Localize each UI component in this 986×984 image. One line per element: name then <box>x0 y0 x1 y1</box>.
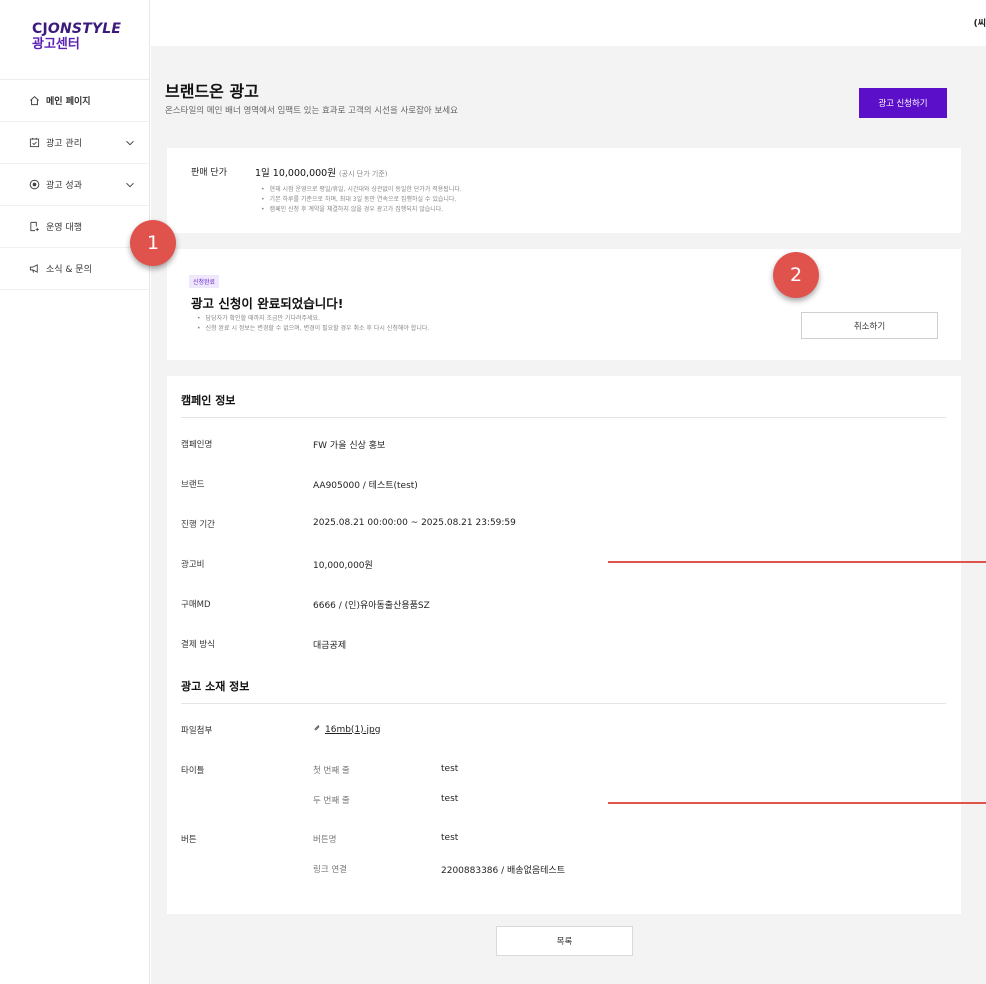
button-name-label: 버튼명 <box>313 835 337 845</box>
status-badge: 신청완료 <box>189 275 220 288</box>
payment-method-value: 대금공제 <box>313 641 347 651</box>
divider <box>181 417 946 418</box>
title-label: 타이틀 <box>181 766 205 776</box>
file-attachment-link[interactable]: 16mb(1).jpg <box>313 724 380 735</box>
price-note: (공시 단가 기준) <box>338 170 388 178</box>
page-title: 브랜드온 광고 <box>165 82 259 101</box>
logo-brand-cj: CJ <box>32 21 48 37</box>
logo-brand-style: ONSTYLE <box>47 21 122 37</box>
megaphone-icon <box>28 263 40 275</box>
sidebar-item-main[interactable]: 메인 페이지 <box>0 80 149 122</box>
sidebar-item-ad-management[interactable]: 광고 관리 <box>0 122 149 164</box>
divider <box>181 703 946 704</box>
user-name[interactable]: (씨 <box>974 16 986 29</box>
button-name-value: test <box>441 833 459 843</box>
sidebar-item-label: 메인 페이지 <box>46 97 91 107</box>
chart-circle-icon <box>28 179 40 191</box>
cancel-button[interactable]: 취소하기 <box>801 312 938 339</box>
annotation-line <box>608 802 986 804</box>
logo[interactable]: CJONSTYLE 광고센터 <box>0 0 149 80</box>
annotation-line <box>608 561 986 563</box>
sidebar-item-label: 소식 & 문의 <box>46 265 92 275</box>
apply-ad-button[interactable]: 광고 신청하기 <box>859 88 947 118</box>
brand-value: AA905000 / 테스트(test) <box>313 481 418 491</box>
ad-cost-value: 10,000,000원 <box>313 561 373 571</box>
title-line1-value: test <box>441 764 459 774</box>
annotation-marker-1: 1 <box>130 220 176 266</box>
brand-label: 브랜드 <box>181 480 205 490</box>
price-value: 1일 10,000,000원 (공시 단가 기준) <box>255 165 388 179</box>
campaign-name-label: 캠페인명 <box>181 440 213 450</box>
sidebar-item-label: 광고 관리 <box>46 139 82 149</box>
sidebar-item-label: 광고 성과 <box>46 181 82 191</box>
sidebar-item-ad-performance[interactable]: 광고 성과 <box>0 164 149 206</box>
annotation-marker-2: 2 <box>773 252 819 298</box>
link-value: 2200883386 / 배송없음테스트 <box>441 866 565 876</box>
period-value: 2025.08.21 00:00:00 ~ 2025.08.21 23:59:5… <box>313 518 516 528</box>
title-line2-value: test <box>441 794 459 804</box>
purchase-md-label: 구매MD <box>181 600 211 610</box>
price-note-item: 기본 하루를 기준으로 하며, 최대 3일 동안 연속으로 집행하실 수 있습니… <box>261 195 462 205</box>
completion-note-item: 신청 완료 시 정보는 변경할 수 없으며, 변경이 필요할 경우 취소 후 다… <box>197 324 430 334</box>
sidebar-item-operation-agency[interactable]: 운영 대행 <box>0 206 149 248</box>
link-label: 링크 연결 <box>313 865 347 875</box>
period-label: 진행 기간 <box>181 520 215 530</box>
price-note-item: 캠페인 신청 후 계약을 체결하지 않을 경우 광고가 집행되지 않습니다. <box>261 205 462 215</box>
title-line1-label: 첫 번째 줄 <box>313 766 350 776</box>
info-card: 캠페인 정보 캠페인명 FW 가을 신상 홍보 브랜드 AA905000 / 테… <box>167 376 961 914</box>
sidebar: CJONSTYLE 광고센터 메인 페이지 광고 관리 광고 성과 운영 대행 <box>0 0 150 984</box>
logo-subtitle: 광고센터 <box>32 37 80 52</box>
paperclip-icon <box>313 724 321 735</box>
chevron-down-icon[interactable] <box>125 138 135 148</box>
calendar-check-icon <box>28 137 40 149</box>
price-label: 판매 단가 <box>191 168 227 178</box>
price-card: 판매 단가 1일 10,000,000원(공시 단가 기준) 현재 시점 운영으… <box>167 148 961 233</box>
ad-cost-label: 광고비 <box>181 560 205 570</box>
campaign-name-value: FW 가을 신상 홍보 <box>313 441 386 451</box>
file-attach-label: 파일첨부 <box>181 726 213 736</box>
chevron-down-icon[interactable] <box>125 180 135 190</box>
logo-brand: CJONSTYLE <box>32 22 149 37</box>
creative-section-title: 광고 소재 정보 <box>181 680 250 693</box>
price-notes: 현재 시점 운영으로 평일/휴일, 시간대와 상관없이 동일한 단가가 적용됩니… <box>261 185 462 215</box>
completion-card: 신청완료 광고 신청이 완료되었습니다! 담당자가 확인할 때까지 조금만 기다… <box>167 249 961 360</box>
completion-note-item: 담당자가 확인할 때까지 조금만 기다려주세요. <box>197 314 429 324</box>
page-description: 온스타일의 메인 배너 영역에서 임팩트 있는 효과로 고객의 시선을 사로잡아… <box>165 106 458 116</box>
completion-notes: 담당자가 확인할 때까지 조금만 기다려주세요. 신청 완료 시 정보는 변경할… <box>197 314 430 334</box>
sidebar-item-news-inquiry[interactable]: 소식 & 문의 <box>0 248 149 290</box>
payment-method-label: 결제 방식 <box>181 640 215 650</box>
top-bar: (씨 <box>151 0 986 46</box>
completion-title: 광고 신청이 완료되었습니다! <box>191 296 344 311</box>
file-name: 16mb(1).jpg <box>325 724 381 735</box>
document-plus-icon <box>28 221 40 233</box>
main-content: 브랜드온 광고 온스타일의 메인 배너 영역에서 임팩트 있는 효과로 고객의 … <box>151 46 986 984</box>
sidebar-item-label: 운영 대행 <box>46 223 82 233</box>
button-label: 버튼 <box>181 835 197 845</box>
price-note-item: 현재 시점 운영으로 평일/휴일, 시간대와 상관없이 동일한 단가가 적용됩니… <box>261 185 462 195</box>
title-line2-label: 두 번째 줄 <box>313 796 350 806</box>
purchase-md-value: 6666 / (인)유아동출산용품SZ <box>313 601 430 611</box>
price-amount: 1일 10,000,000원 <box>255 168 336 179</box>
campaign-section-title: 캠페인 정보 <box>181 394 236 407</box>
list-button[interactable]: 목록 <box>496 926 633 956</box>
home-icon <box>28 95 40 107</box>
